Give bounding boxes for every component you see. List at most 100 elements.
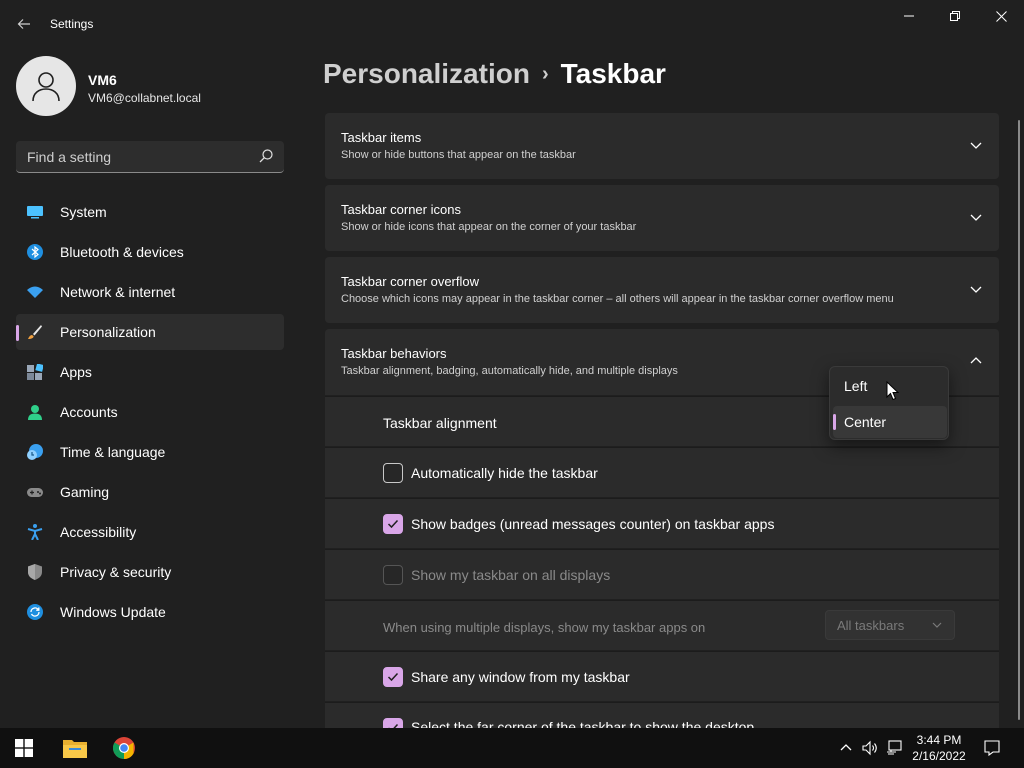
section-taskbar-items[interactable]: Taskbar items Show or hide buttons that …	[325, 113, 999, 179]
sidebar-item-network[interactable]: Network & internet	[16, 274, 284, 310]
user-profile[interactable]: VM6 VM6@collabnet.local	[16, 56, 286, 118]
far-corner-label: Select the far corner of the taskbar to …	[411, 719, 755, 728]
close-icon	[995, 11, 1007, 22]
back-button[interactable]	[12, 10, 36, 38]
brush-icon	[28, 325, 42, 339]
sidebar-item-system[interactable]: System	[16, 194, 284, 230]
section-subtitle: Show or hide buttons that appear on the …	[341, 149, 576, 161]
all-displays-row: Show my taskbar on all displays	[325, 549, 999, 599]
show-badges-row[interactable]: Show badges (unread messages counter) on…	[325, 498, 999, 548]
network-tray-icon[interactable]	[886, 740, 902, 756]
sidebar-item-privacy-security[interactable]: Privacy & security	[16, 554, 284, 590]
sidebar-item-time-language[interactable]: Time & language	[16, 434, 284, 470]
windows-start-icon	[15, 739, 33, 757]
clock-date: 2/16/2022	[912, 749, 966, 763]
network-icon	[27, 286, 43, 298]
far-corner-checkbox[interactable]	[383, 718, 403, 728]
sidebar-item-gaming[interactable]: Gaming	[16, 474, 284, 510]
sidebar-item-bluetooth[interactable]: Bluetooth & devices	[16, 234, 284, 270]
sidebar-item-windows-update[interactable]: Windows Update	[16, 594, 284, 630]
file-explorer-button[interactable]	[51, 728, 99, 768]
app-title: Settings	[50, 17, 94, 31]
search-placeholder: Find a setting	[27, 149, 112, 165]
system-icon	[27, 206, 43, 219]
taskbar-clock[interactable]: 3:44 PM 2/16/2022	[908, 732, 970, 764]
sidebar-item-label: Personalization	[60, 324, 156, 340]
auto-hide-row[interactable]: Automatically hide the taskbar	[325, 447, 999, 497]
avatar	[16, 56, 76, 116]
share-window-row[interactable]: Share any window from my taskbar	[325, 651, 999, 701]
accounts-icon	[28, 405, 42, 420]
shield-icon	[28, 564, 42, 580]
sidebar-item-label: Time & language	[60, 444, 166, 460]
time-language-icon	[27, 444, 43, 460]
chevron-down-icon[interactable]	[969, 138, 983, 152]
search-icon	[259, 149, 273, 163]
alignment-dropdown-menu: Left Center	[829, 366, 949, 440]
auto-hide-checkbox[interactable]	[383, 463, 403, 483]
chevron-down-icon[interactable]	[969, 210, 983, 224]
breadcrumb-parent[interactable]: Personalization	[323, 58, 530, 89]
sidebar-item-label: Gaming	[60, 484, 110, 500]
sidebar-item-apps[interactable]: Apps	[16, 354, 284, 390]
start-button[interactable]	[0, 728, 48, 768]
share-window-checkbox[interactable]	[383, 667, 403, 687]
chevron-down-icon[interactable]	[969, 282, 983, 296]
option-label: Left	[844, 378, 868, 394]
show-badges-checkbox[interactable]	[383, 514, 403, 534]
section-title: Taskbar corner icons	[341, 202, 461, 217]
maximize-button[interactable]	[932, 0, 978, 32]
minimize-icon	[904, 15, 914, 17]
multi-display-label: When using multiple displays, show my ta…	[383, 620, 706, 635]
update-icon	[27, 604, 43, 620]
windows-taskbar: 3:44 PM 2/16/2022	[0, 728, 1024, 768]
search-input[interactable]: Find a setting	[16, 141, 284, 173]
multi-display-select: All taskbars	[825, 610, 955, 640]
sidebar-item-accounts[interactable]: Accounts	[16, 394, 284, 430]
section-taskbar-corner-icons[interactable]: Taskbar corner icons Show or hide icons …	[325, 185, 999, 251]
chevron-down-icon	[932, 622, 942, 628]
sidebar-item-accessibility[interactable]: Accessibility	[16, 514, 284, 550]
section-title: Taskbar corner overflow	[341, 274, 479, 289]
notification-icon[interactable]	[984, 740, 1000, 756]
multi-display-value: All taskbars	[837, 618, 905, 633]
sidebar-item-label: Apps	[60, 364, 92, 380]
chevron-up-icon[interactable]	[969, 354, 983, 368]
show-badges-label: Show badges (unread messages counter) on…	[411, 516, 775, 532]
taskbar-alignment-label: Taskbar alignment	[383, 415, 497, 431]
checkmark-icon	[387, 519, 399, 529]
bluetooth-icon	[27, 244, 43, 260]
sidebar-item-label: Privacy & security	[60, 564, 172, 580]
auto-hide-label: Automatically hide the taskbar	[411, 465, 598, 481]
all-displays-checkbox	[383, 565, 403, 585]
section-title: Taskbar behaviors	[341, 346, 447, 361]
apps-icon	[27, 364, 43, 380]
gaming-icon	[27, 488, 43, 497]
sidebar-item-label: Network & internet	[60, 284, 176, 300]
volume-icon[interactable]	[862, 740, 878, 756]
section-taskbar-corner-overflow[interactable]: Taskbar corner overflow Choose which ico…	[325, 257, 999, 323]
close-button[interactable]	[978, 0, 1024, 32]
breadcrumb: Personalization › Taskbar	[323, 58, 666, 90]
chrome-icon	[113, 737, 135, 759]
checkmark-icon	[387, 672, 399, 682]
all-displays-label: Show my taskbar on all displays	[411, 567, 611, 583]
sidebar-item-label: Bluetooth & devices	[60, 244, 184, 260]
scrollbar[interactable]	[1018, 120, 1020, 720]
alignment-option-center[interactable]: Center	[833, 406, 947, 438]
chrome-button[interactable]	[100, 728, 148, 768]
clock-time: 3:44 PM	[916, 733, 962, 747]
section-subtitle: Show or hide icons that appear on the co…	[341, 221, 637, 233]
accessibility-icon	[27, 524, 43, 540]
chevron-up-icon[interactable]	[838, 740, 854, 756]
far-corner-row[interactable]: Select the far corner of the taskbar to …	[325, 702, 999, 728]
user-email: VM6@collabnet.local	[88, 91, 201, 105]
page-title: Taskbar	[560, 58, 666, 89]
person-icon	[32, 72, 60, 102]
option-label: Center	[844, 414, 887, 430]
minimize-button[interactable]	[886, 0, 932, 32]
sidebar-item-personalization[interactable]: Personalization	[16, 314, 284, 350]
sidebar-item-label: Accounts	[60, 404, 118, 420]
section-subtitle: Taskbar alignment, badging, automaticall…	[341, 365, 678, 377]
breadcrumb-separator: ›	[541, 63, 549, 85]
